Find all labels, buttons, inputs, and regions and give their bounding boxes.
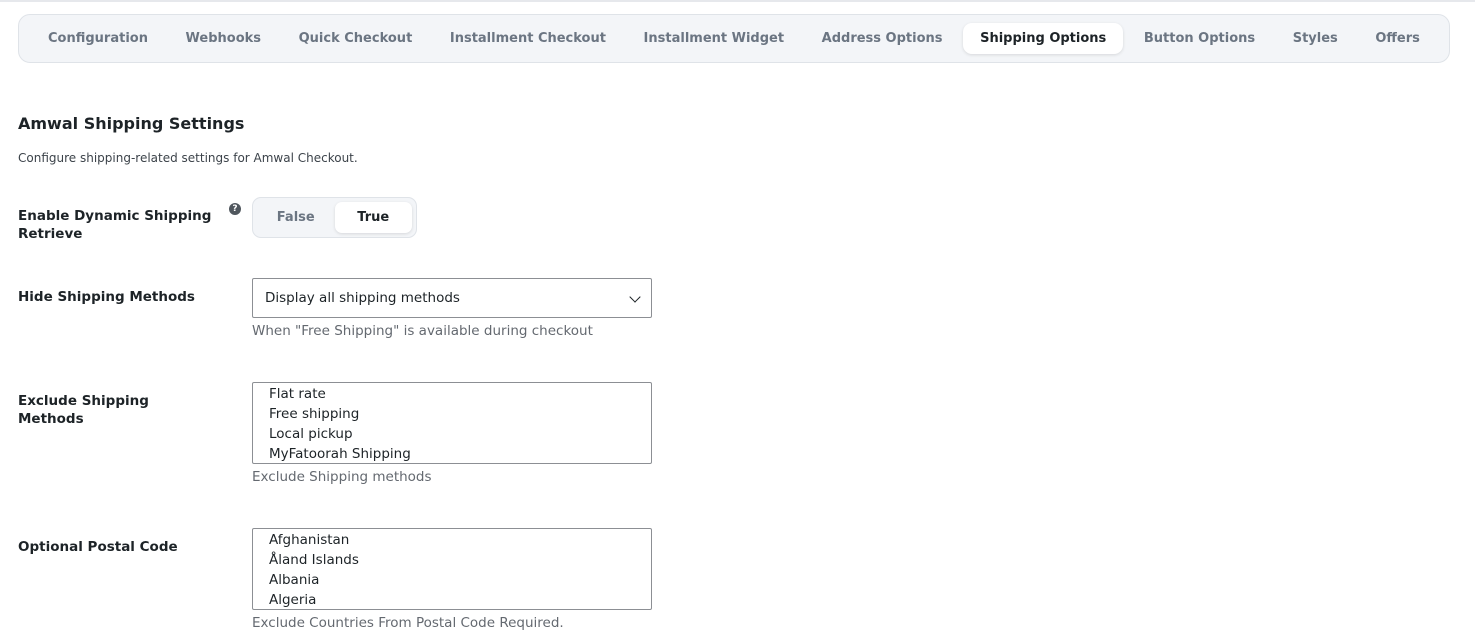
list-item[interactable]: Albania bbox=[253, 570, 651, 590]
exclude-shipping-hint: Exclude Shipping methods bbox=[252, 469, 432, 485]
dynamic-shipping-toggle: False True bbox=[252, 197, 417, 238]
tab-styles[interactable]: Styles bbox=[1276, 23, 1355, 54]
list-item[interactable]: Afghanistan bbox=[253, 530, 651, 550]
settings-tab-bar: Configuration Webhooks Quick Checkout In… bbox=[18, 14, 1450, 63]
list-item[interactable]: MyFatoorah Shipping bbox=[253, 444, 651, 463]
dynamic-shipping-label: Enable Dynamic Shipping Retrieve bbox=[18, 208, 212, 242]
chevron-down-icon bbox=[629, 291, 641, 303]
postal-code-hint: Exclude Countries From Postal Code Requi… bbox=[252, 615, 564, 631]
postal-code-label: Optional Postal Code bbox=[18, 539, 178, 555]
tab-webhooks[interactable]: Webhooks bbox=[169, 23, 279, 54]
list-item[interactable]: Flat rate bbox=[253, 384, 651, 404]
tab-shipping-options[interactable]: Shipping Options bbox=[963, 23, 1124, 54]
exclude-shipping-label: Exclude Shipping Methods bbox=[18, 393, 149, 427]
tab-button-options[interactable]: Button Options bbox=[1127, 23, 1272, 54]
hide-shipping-label: Hide Shipping Methods bbox=[18, 289, 195, 305]
toggle-option-false[interactable]: False bbox=[257, 202, 335, 233]
tab-quick-checkout[interactable]: Quick Checkout bbox=[282, 23, 430, 54]
list-item[interactable]: Free shipping bbox=[253, 404, 651, 424]
tab-installment-widget[interactable]: Installment Widget bbox=[627, 23, 802, 54]
hide-shipping-select[interactable]: Display all shipping methods bbox=[252, 278, 652, 318]
tab-address-options[interactable]: Address Options bbox=[805, 23, 960, 54]
top-divider bbox=[0, 0, 1475, 2]
tab-installment-checkout[interactable]: Installment Checkout bbox=[433, 23, 623, 54]
list-item[interactable]: Åland Islands bbox=[253, 550, 651, 570]
section-description: Configure shipping-related settings for … bbox=[18, 151, 358, 165]
question-circle-icon[interactable]: ? bbox=[229, 203, 241, 215]
list-item[interactable]: Algeria bbox=[253, 590, 651, 609]
hide-shipping-hint: When "Free Shipping" is available during… bbox=[252, 323, 593, 339]
section-title: Amwal Shipping Settings bbox=[18, 114, 245, 133]
hide-shipping-selected-value: Display all shipping methods bbox=[265, 290, 460, 306]
postal-code-countries-listbox[interactable]: Afghanistan Åland Islands Albania Algeri… bbox=[252, 528, 652, 610]
tab-configuration[interactable]: Configuration bbox=[31, 23, 165, 54]
tab-offers[interactable]: Offers bbox=[1358, 23, 1437, 54]
list-item[interactable]: Local pickup bbox=[253, 424, 651, 444]
exclude-shipping-listbox[interactable]: Flat rate Free shipping Local pickup MyF… bbox=[252, 382, 652, 464]
toggle-option-true[interactable]: True bbox=[334, 202, 412, 233]
